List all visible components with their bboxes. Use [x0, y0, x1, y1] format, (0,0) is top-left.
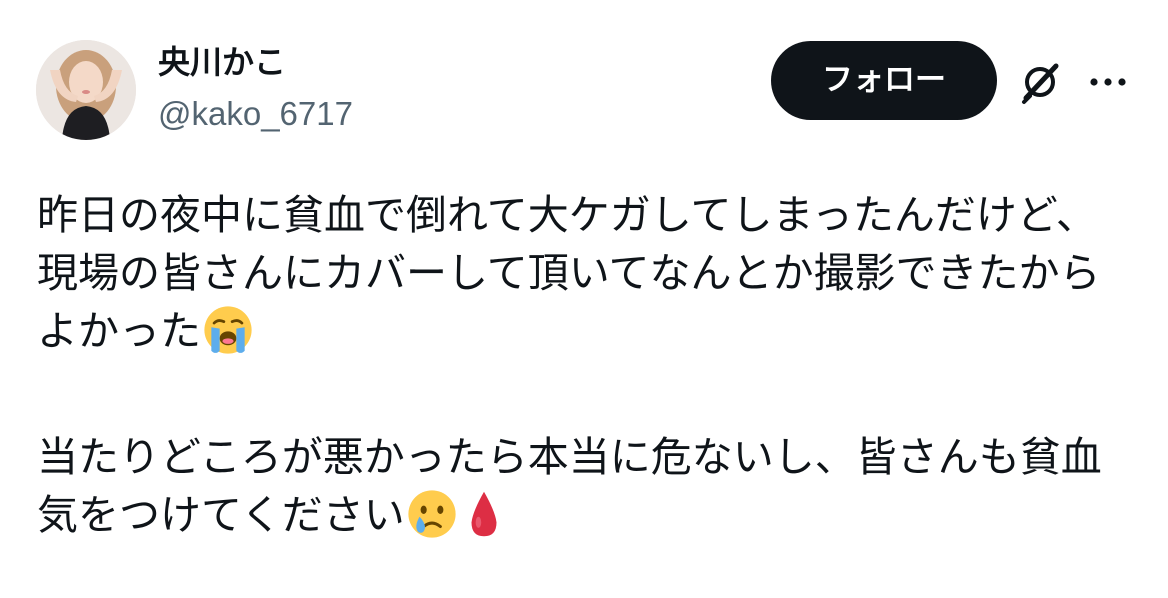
user-info: 央川かこ @kako_6717 — [158, 42, 353, 134]
loudly-crying-face-emoji-icon — [203, 305, 253, 370]
follow-button[interactable]: フォロー — [771, 41, 997, 120]
grok-icon[interactable] — [1016, 58, 1064, 106]
more-options-icon[interactable] — [1086, 68, 1130, 96]
tweet-paragraph-1: 昨日の夜中に貧血で倒れて大ケガしてしまったんだけど、現場の皆さんにカバーして頂い… — [37, 186, 1117, 370]
tweet-paragraph-2-text: 当たりどころが悪かったら本当に危ないし、皆さんも貧血気をつけてください — [37, 433, 1102, 539]
drop-of-blood-emoji-icon — [467, 489, 501, 554]
avatar[interactable] — [36, 40, 136, 140]
crying-face-emoji-icon — [407, 489, 457, 554]
tweet-text: 昨日の夜中に貧血で倒れて大ケガしてしまったんだけど、現場の皆さんにカバーして頂い… — [37, 186, 1117, 554]
tweet-paragraph-1-text: 昨日の夜中に貧血で倒れて大ケガしてしまったんだけど、現場の皆さんにカバーして頂い… — [37, 191, 1101, 355]
tweet-card: 央川かこ @kako_6717 フォロー 昨日の夜中に貧血で倒れて大ケガしてしま… — [0, 0, 1168, 598]
avatar-photo — [36, 40, 136, 140]
display-name[interactable]: 央川かこ — [158, 42, 353, 82]
user-handle[interactable]: @kako_6717 — [158, 94, 353, 134]
tweet-paragraph-2: 当たりどころが悪かったら本当に危ないし、皆さんも貧血気をつけてください — [37, 428, 1117, 554]
